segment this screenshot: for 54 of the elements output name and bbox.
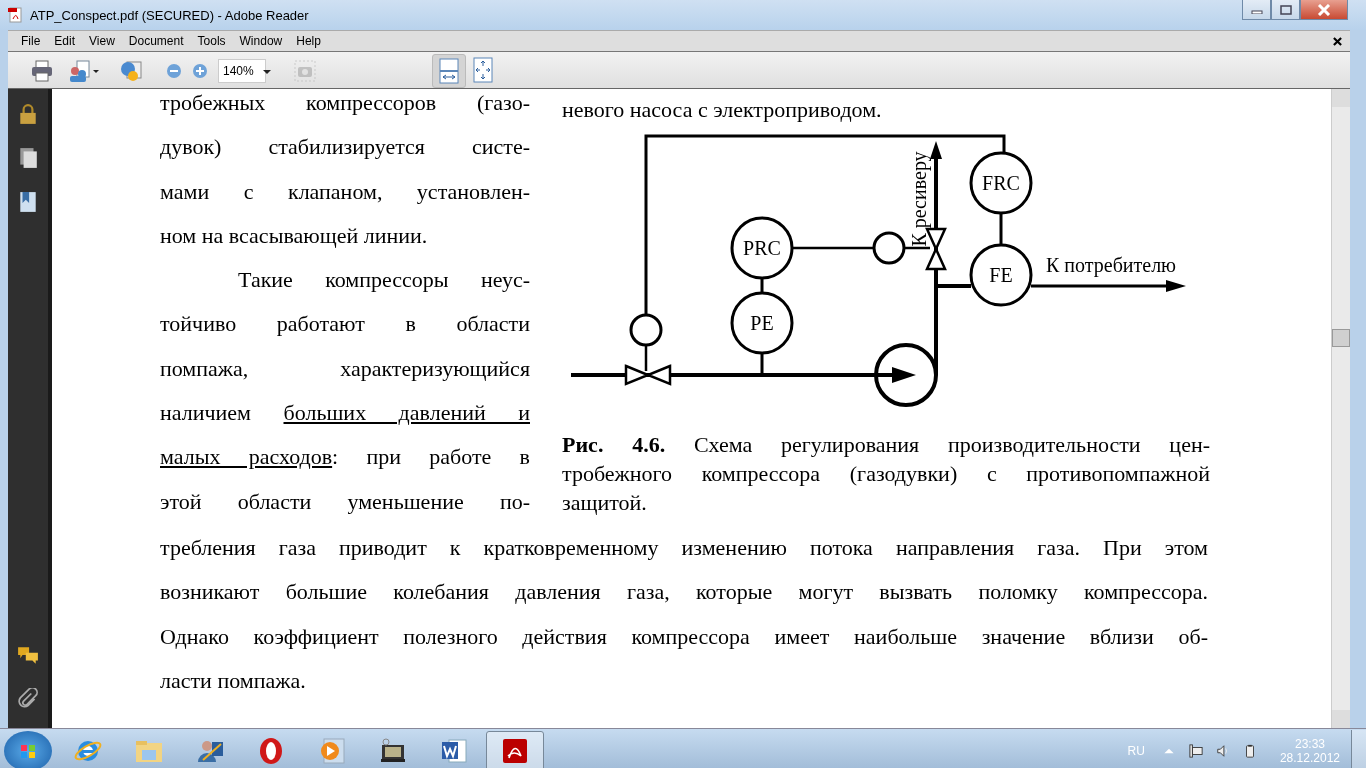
compressor-circle xyxy=(874,343,938,407)
network-icon[interactable] xyxy=(1188,743,1203,758)
share-icon[interactable] xyxy=(68,59,100,83)
actuator-circle xyxy=(629,313,663,347)
globe-gear-icon[interactable] xyxy=(119,59,143,83)
actuator-circle xyxy=(872,231,906,265)
clock-time: 23:33 xyxy=(1294,736,1325,751)
fit-width-button[interactable] xyxy=(432,54,466,88)
scrollbar[interactable] xyxy=(1331,89,1350,728)
paperclip-icon[interactable] xyxy=(17,688,39,710)
instrument-circle xyxy=(730,291,794,355)
clock-date: 28.12.2012 xyxy=(1279,750,1340,765)
window-title: ATP_Conspect.pdf (SECURED) - Adobe Reader xyxy=(30,7,309,23)
instrument-label: FE xyxy=(989,264,1013,286)
minimize-button[interactable] xyxy=(1242,0,1271,20)
close-button[interactable] xyxy=(1300,0,1348,20)
menu-item[interactable]: View xyxy=(82,34,122,48)
comments-icon[interactable] xyxy=(17,644,39,666)
instrument-label: FRC xyxy=(982,172,1020,194)
signal-line xyxy=(760,353,764,373)
start-button[interactable] xyxy=(4,730,52,768)
figure-caption: Рис. 4.6. Схема регулирования производительности цен- тробежного компрессора (газодувки) с противопомпажной защитой. xyxy=(562,431,1210,517)
instrument-label: PE xyxy=(750,312,774,334)
paragraph: требления газа приводит к кратковременному изменению потока направления газа. При этом возникают большие колебания давления газа, которые могут вызвать поломку компрессора. Однако коэффициент полезного действия компрессора имеет наибольше значение вблизи об- ласти помпажа. xyxy=(160,533,1208,695)
close-icon xyxy=(1317,3,1331,16)
maximize-icon xyxy=(1279,4,1292,15)
bookmark-icon[interactable] xyxy=(17,191,39,213)
close-icon[interactable] xyxy=(1333,36,1342,46)
paragraph: тробежных компрессоров (газо- дувок) стабилизируется систе- мами с клапаном, установлен- ном на всасывающей линии. xyxy=(160,89,530,250)
menu-item[interactable]: File xyxy=(14,34,48,48)
taskbar-button[interactable] xyxy=(486,730,544,768)
instrument-circle xyxy=(730,216,794,280)
instrument-circle xyxy=(969,151,1033,215)
flow-label: К ресиверу xyxy=(908,151,930,247)
text-line: невого насоса с электроприводом. xyxy=(562,97,883,123)
menu-item[interactable]: Window xyxy=(232,34,290,48)
speaker-icon[interactable] xyxy=(1215,743,1230,758)
scrollbar-thumb[interactable] xyxy=(1332,329,1350,347)
pdf-icon xyxy=(8,7,24,23)
instrument-circle xyxy=(969,243,1033,307)
instrument-label: PRC xyxy=(743,237,781,259)
zoom-field[interactable]: 140% xyxy=(218,59,266,83)
menu-item[interactable]: Tools xyxy=(190,34,233,48)
menu-item[interactable]: Help xyxy=(289,34,328,48)
menu-item[interactable]: Edit xyxy=(47,34,83,48)
show-desktop-button[interactable] xyxy=(1351,729,1366,768)
valve-stem xyxy=(644,345,648,371)
flow-label: К потребителю xyxy=(1046,254,1177,276)
printer-icon[interactable] xyxy=(30,59,54,83)
lock-icon[interactable] xyxy=(17,103,39,125)
menu-item[interactable]: Document xyxy=(121,34,191,48)
maximize-button[interactable] xyxy=(1271,0,1300,20)
pages-icon[interactable] xyxy=(17,147,39,169)
valve-stem xyxy=(904,246,930,250)
